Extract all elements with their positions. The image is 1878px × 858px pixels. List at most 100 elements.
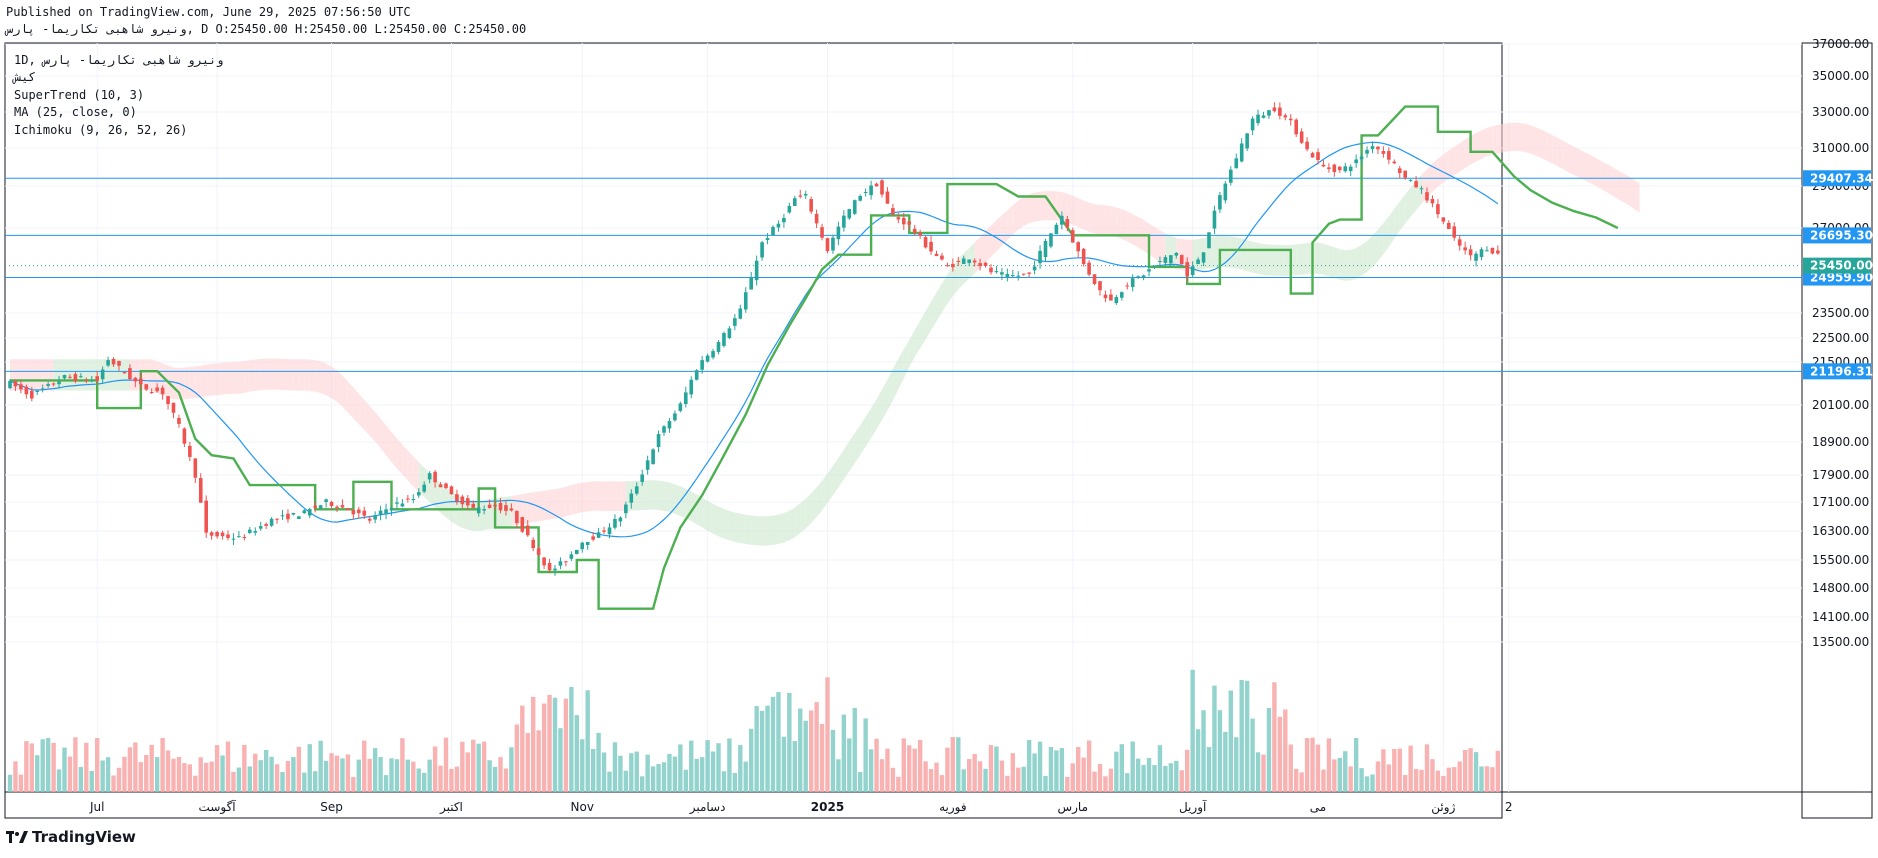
legend-exchange: کیش (12, 70, 36, 84)
candle-body (1283, 115, 1288, 118)
cloud-segment (1328, 245, 1335, 279)
volume-bar (345, 754, 351, 792)
cloud-segment (1018, 196, 1024, 230)
cloud-segment (1023, 194, 1030, 226)
candle (1288, 114, 1293, 126)
volume-bar (204, 762, 209, 792)
candle-body (689, 379, 694, 395)
candle-body (580, 542, 585, 550)
cloud-segment (876, 389, 882, 430)
cloud-segment (440, 483, 446, 518)
cloud-segment (865, 408, 872, 447)
candle (1272, 102, 1277, 113)
candle-body (1474, 253, 1478, 261)
volume-bar (1026, 739, 1032, 792)
candle (340, 499, 345, 508)
volume-bar (1010, 753, 1015, 792)
volume-bar (563, 698, 569, 792)
candle-body (1223, 183, 1228, 201)
cloud-segment (1236, 237, 1242, 270)
volume-bar (928, 769, 934, 792)
volume-bar (100, 760, 105, 792)
candle (760, 240, 764, 261)
legend-ichimoku[interactable]: Ichimoku (9, 26, 52, 26) (14, 123, 187, 137)
volume-bar (672, 756, 678, 792)
candle-body (139, 378, 143, 385)
candle (1239, 138, 1244, 163)
volume-bar (492, 766, 498, 792)
candle-body (1288, 118, 1293, 121)
candle-body (967, 259, 971, 263)
tradingview-logo-icon (6, 831, 28, 843)
candle (651, 448, 655, 465)
candle (1359, 152, 1364, 164)
candle (613, 514, 617, 530)
cloud-segment (1072, 195, 1079, 227)
cloud-segment (1443, 150, 1449, 183)
candle-body (842, 215, 846, 228)
candle-body (542, 557, 546, 566)
candle (1005, 268, 1010, 282)
candle (1130, 274, 1135, 292)
volume-bar (340, 758, 345, 792)
cloud-segment (1263, 243, 1269, 276)
candle (1463, 241, 1467, 255)
cloud-segment (674, 484, 681, 516)
cloud-segment (598, 481, 605, 511)
candle-body (237, 536, 241, 538)
candle (678, 401, 683, 413)
candle-body (231, 538, 236, 540)
volume-bar (656, 764, 661, 792)
volume-bar (1081, 757, 1086, 792)
candle (580, 541, 585, 553)
volume-bar (24, 741, 29, 792)
volume-bar (541, 703, 547, 792)
candle-body (62, 375, 67, 379)
time-tick-label: ژوئن (1431, 800, 1455, 815)
price-axis[interactable]: 37000.0035000.0033000.0031000.0029000.00… (1812, 37, 1869, 649)
volume-bar (912, 748, 917, 792)
volume-bar (1076, 746, 1081, 792)
price-chart[interactable]: 37000.0035000.0033000.0031000.0029000.00… (0, 0, 1878, 858)
volume-bar (334, 755, 340, 792)
volume-bar (149, 744, 154, 792)
candle-body (117, 361, 121, 366)
volume-bar (585, 690, 590, 792)
candle (749, 271, 753, 290)
cloud-segment (244, 360, 250, 393)
volume-bar (901, 738, 906, 792)
volume-bar (683, 769, 688, 792)
candle (847, 208, 852, 220)
candle (667, 417, 672, 433)
cloud-segment (347, 381, 354, 419)
legend-supertrend[interactable]: SuperTrend (10, 3) (14, 88, 144, 102)
volume-bar (580, 739, 585, 792)
time-axis[interactable]: Jul آگوست Sep اکتبر Nov دسامبر 2025 فوریه مارس آو… (89, 799, 1513, 815)
cloud-segment (740, 513, 746, 545)
candle (1348, 164, 1353, 177)
candle-body (291, 512, 296, 515)
volume-bar (160, 737, 165, 792)
candle-body (923, 237, 928, 248)
candle-body (373, 515, 377, 520)
cloud-segment (1519, 122, 1526, 153)
candle-body (171, 402, 176, 413)
cloud-segment (560, 486, 566, 518)
volume-bar (1119, 744, 1124, 792)
volume-bar (710, 751, 716, 792)
volume-bar (1392, 749, 1397, 792)
volume-bar (868, 749, 874, 792)
candle-body (269, 518, 274, 526)
volume-bar (329, 753, 334, 792)
volume-bar (1168, 763, 1174, 792)
candle (874, 182, 879, 187)
volume-bar (1261, 754, 1266, 792)
legend-ma[interactable]: MA (25, close, 0) (14, 105, 137, 119)
volume-bar (231, 771, 236, 792)
candle-body (798, 195, 803, 197)
candle-body (215, 532, 219, 537)
candle-body (444, 483, 448, 488)
candle (1496, 245, 1500, 255)
volume-bar (29, 743, 34, 792)
candle-body (787, 205, 792, 213)
